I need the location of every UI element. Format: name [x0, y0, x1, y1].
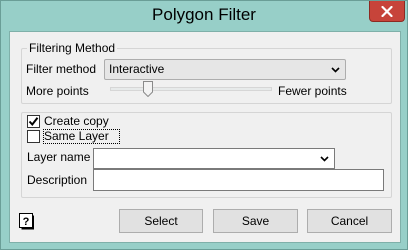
- filter-method-label: Filter method: [26, 62, 97, 76]
- slider-thumb[interactable]: [143, 81, 154, 98]
- checkmark-icon: [28, 117, 39, 127]
- same-layer-checkbox[interactable]: [27, 130, 40, 143]
- close-button[interactable]: [369, 1, 405, 22]
- description-input[interactable]: [93, 169, 384, 191]
- create-copy-checkbox[interactable]: [27, 115, 40, 128]
- filter-method-dropdown[interactable]: Interactive: [104, 59, 346, 80]
- svg-text:?: ?: [23, 216, 30, 228]
- description-label: Description: [27, 173, 88, 187]
- more-points-label: More points: [26, 84, 89, 98]
- window-title: Polygon Filter: [152, 5, 256, 24]
- help-icon[interactable]: ?: [19, 213, 34, 233]
- filter-method-value: Interactive: [109, 62, 165, 76]
- same-layer-label[interactable]: Same Layer: [44, 129, 109, 143]
- create-copy-label[interactable]: Create copy: [44, 114, 109, 128]
- select-button[interactable]: Select: [119, 209, 203, 233]
- layer-name-dropdown[interactable]: [93, 148, 335, 169]
- layer-name-label: Layer name: [27, 150, 91, 164]
- close-icon: [381, 5, 393, 17]
- filtering-method-legend: Filtering Method: [27, 41, 118, 55]
- chevron-down-icon: [320, 149, 329, 168]
- fewer-points-label: Fewer points: [278, 84, 347, 98]
- save-button[interactable]: Save: [213, 209, 298, 233]
- cancel-button[interactable]: Cancel: [307, 209, 392, 233]
- point-density-slider[interactable]: [110, 87, 272, 91]
- polygon-filter-dialog: Polygon Filter Filtering Method Filter m…: [0, 0, 408, 250]
- title-bar[interactable]: Polygon Filter: [1, 1, 407, 31]
- chevron-down-icon: [331, 60, 340, 79]
- dialog-body: Filtering Method Filter method Interacti…: [9, 31, 401, 243]
